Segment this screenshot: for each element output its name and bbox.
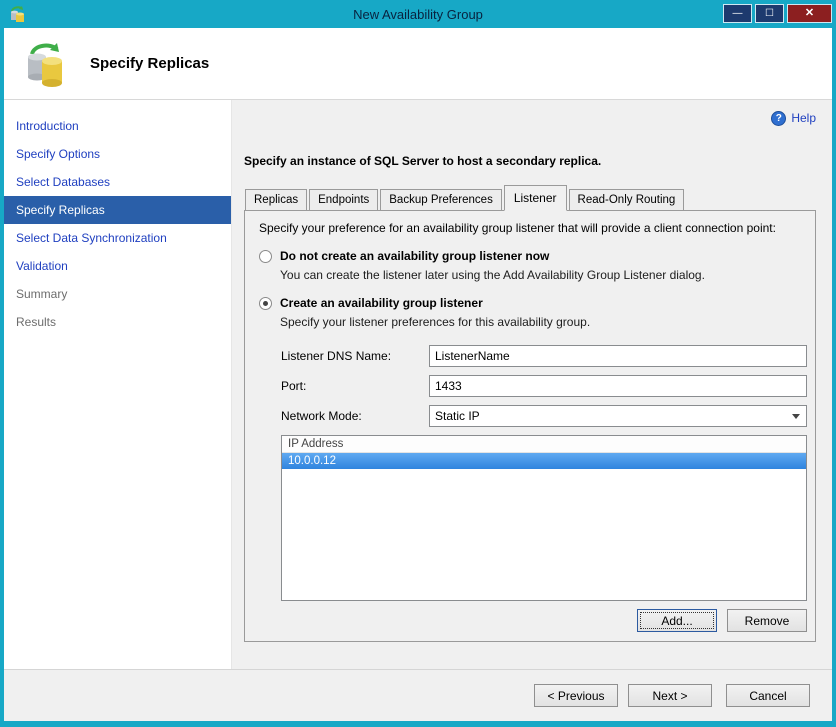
radio-no-listener-circle[interactable] <box>259 249 272 263</box>
sidebar-item-validation[interactable]: Validation <box>4 252 231 280</box>
radio-create-listener-circle[interactable] <box>259 296 272 310</box>
radio-no-listener-description: You can create the listener later using … <box>280 268 705 282</box>
dialog-frame: Specify Replicas Introduction Specify Op… <box>4 28 832 721</box>
tab-replicas[interactable]: Replicas <box>245 189 308 210</box>
tab-backup-preferences[interactable]: Backup Preferences <box>380 189 502 210</box>
next-button[interactable]: Next > <box>628 684 712 707</box>
radio-create-listener[interactable]: Create an availability group listener <box>259 296 807 310</box>
radio-create-listener-description: Specify your listener preferences for th… <box>280 315 591 329</box>
sidebar-item-results: Results <box>16 315 57 329</box>
cancel-button[interactable]: Cancel <box>726 684 810 707</box>
wizard-footer: < Previous Next > Cancel <box>4 669 832 721</box>
add-button[interactable]: Add... <box>637 609 717 632</box>
port-input[interactable] <box>429 375 807 397</box>
network-mode-row: Network Mode: Static IP <box>259 405 807 427</box>
wizard-steps-sidebar: Introduction Specify Options Select Data… <box>4 100 232 669</box>
maximize-icon[interactable]: ☐ <box>755 4 784 23</box>
sidebar-item-specify-replicas[interactable]: Specify Replicas <box>4 196 231 224</box>
port-label: Port: <box>281 379 307 393</box>
tab-strip: Replicas Endpoints Backup Preferences Li… <box>244 184 816 211</box>
main-content: ? Help Specify an instance of SQL Server… <box>232 100 832 669</box>
help-row: ? Help <box>244 108 816 128</box>
network-mode-label: Network Mode: <box>281 409 362 423</box>
radio-create-listener-label[interactable]: Create an availability group listener <box>280 296 483 310</box>
network-mode-value: Static IP <box>435 409 480 423</box>
ip-address-column-header: IP Address <box>282 436 806 453</box>
app-icon <box>11 6 24 22</box>
sidebar-item-select-data-synchronization[interactable]: Select Data Synchronization <box>4 224 231 252</box>
previous-button[interactable]: < Previous <box>534 684 618 707</box>
dns-name-input[interactable] <box>429 345 807 367</box>
title-bar: New Availability Group — ☐ ✕ <box>0 0 836 28</box>
sidebar-item-select-databases[interactable]: Select Databases <box>4 168 231 196</box>
tab-endpoints[interactable]: Endpoints <box>309 189 379 210</box>
radio-no-listener[interactable]: Do not create an availability group list… <box>259 249 807 263</box>
listener-intro-text: Specify your preference for an availabil… <box>259 221 776 235</box>
sidebar-item-summary: Summary <box>16 287 68 301</box>
listener-tab-panel: Specify your preference for an availabil… <box>244 210 816 642</box>
dns-name-row: Listener DNS Name: <box>259 345 807 367</box>
minimize-icon[interactable]: — <box>723 4 752 23</box>
window-controls: — ☐ ✕ <box>723 3 832 23</box>
remove-button[interactable]: Remove <box>727 609 807 632</box>
window-title: New Availability Group <box>353 6 483 22</box>
availability-group-icon <box>28 42 62 87</box>
ip-address-list[interactable]: IP Address 10.0.0.12 <box>281 435 807 601</box>
radio-no-listener-label[interactable]: Do not create an availability group list… <box>280 249 549 263</box>
dns-name-label: Listener DNS Name: <box>281 349 392 363</box>
port-row: Port: <box>259 375 807 397</box>
close-icon[interactable]: ✕ <box>787 4 832 23</box>
help-link[interactable]: ? Help <box>771 108 816 128</box>
wizard-body: Introduction Specify Options Select Data… <box>4 100 832 669</box>
tab-listener[interactable]: Listener <box>503 185 567 211</box>
page-title: Specify Replicas <box>90 55 210 72</box>
tab-read-only-routing[interactable]: Read-Only Routing <box>568 189 685 210</box>
instruction-text: Specify an instance of SQL Server to hos… <box>244 154 602 168</box>
ip-address-row[interactable]: 10.0.0.12 <box>282 453 806 469</box>
dialog-window: New Availability Group — ☐ ✕ Specify Rep… <box>0 0 836 727</box>
ip-list-buttons: Add... Remove <box>259 609 807 632</box>
network-mode-select[interactable]: Static IP <box>429 405 807 427</box>
wizard-header: Specify Replicas <box>4 28 832 100</box>
sidebar-item-specify-options[interactable]: Specify Options <box>4 140 231 168</box>
help-icon: ? <box>771 110 787 126</box>
help-label: Help <box>791 111 816 125</box>
sidebar-item-introduction[interactable]: Introduction <box>4 112 231 140</box>
chevron-down-icon[interactable] <box>787 407 805 425</box>
